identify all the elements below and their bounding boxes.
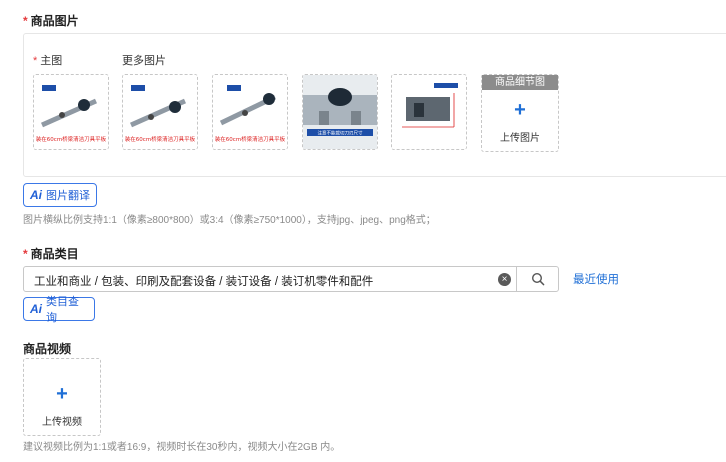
search-icon — [531, 272, 545, 286]
detail-upload-text: 上传图片 — [500, 133, 540, 144]
plus-icon: + — [56, 383, 68, 405]
plus-icon: + — [514, 99, 526, 121]
clear-icon[interactable]: × — [498, 273, 511, 286]
thumbnail-caption: 注意不能裁切刀刃尺寸 — [318, 130, 363, 137]
more-image-thumbnail-4[interactable] — [391, 74, 467, 150]
required-mark: * — [23, 247, 28, 261]
video-upload-text: 上传视频 — [42, 417, 82, 428]
product-photo: 装在60cm桥梁清洁刀具平板 — [34, 75, 108, 149]
recent-used-link[interactable]: 最近使用 — [573, 271, 619, 287]
category-path-value: 工业和商业 / 包装、印刷及配套设备 / 装订设备 / 装订机零件和配件 — [34, 276, 374, 288]
video-hint: 建议视频比例为1:1或者16:9，视频时长在30秒内，视频大小在2GB 内。 — [23, 442, 341, 453]
detail-image-upload[interactable]: 商品细节图 + 上传图片 — [481, 74, 559, 152]
detail-upload-header: 商品细节图 — [482, 75, 558, 90]
ai-category-query-label: 类目查询 — [46, 296, 79, 324]
category-input[interactable]: 工业和商业 / 包装、印刷及配套设备 / 装订设备 / 装订机零件和配件 × — [23, 266, 559, 292]
required-mark: * — [23, 14, 28, 28]
category-section-title: * 商品类目 — [23, 247, 79, 261]
product-photo: 装在60cm桥梁清洁刀具平板 — [123, 75, 197, 149]
product-photo — [392, 75, 466, 149]
more-image-thumbnail-1[interactable]: 装在60cm桥梁清洁刀具平板 — [122, 74, 198, 150]
thumbnail-caption: 装在60cm桥梁清洁刀具平板 — [36, 135, 107, 143]
video-section-title: 商品视频 — [23, 342, 72, 356]
thumbnail-caption: 装在60cm桥梁清洁刀具平板 — [215, 135, 286, 143]
video-upload[interactable]: + 上传视频 — [23, 358, 101, 436]
product-photo: 装在60cm桥梁清洁刀具平板 — [213, 75, 287, 149]
ai-category-query-button[interactable]: Ai 类目查询 — [23, 296, 95, 324]
more-images-label: 更多图片 — [122, 55, 166, 67]
more-image-thumbnail-2[interactable]: 装在60cm桥梁清洁刀具平板 — [212, 74, 288, 150]
images-section-title: * 商品图片 — [23, 14, 79, 28]
main-image-thumbnail[interactable]: 装在60cm桥梁清洁刀具平板 — [33, 74, 109, 150]
ai-icon: Ai — [30, 188, 42, 202]
main-image-label: * 主图 — [33, 55, 63, 67]
ai-image-translate-button[interactable]: Ai 图片翻译 — [23, 183, 97, 207]
ai-image-translate-label: 图片翻译 — [46, 190, 90, 202]
image-ratio-hint: 图片横纵比例支持1:1（像素≥800*800）或3:4（像素≥750*1000）… — [23, 215, 436, 226]
product-photo: 注意不能裁切刀刃尺寸 — [303, 75, 377, 149]
category-search-button[interactable] — [516, 267, 559, 291]
ai-icon: Ai — [30, 302, 42, 316]
more-image-thumbnail-3[interactable]: 注意不能裁切刀刃尺寸 — [302, 74, 378, 150]
thumbnail-caption: 装在60cm桥梁清洁刀具平板 — [125, 135, 196, 143]
